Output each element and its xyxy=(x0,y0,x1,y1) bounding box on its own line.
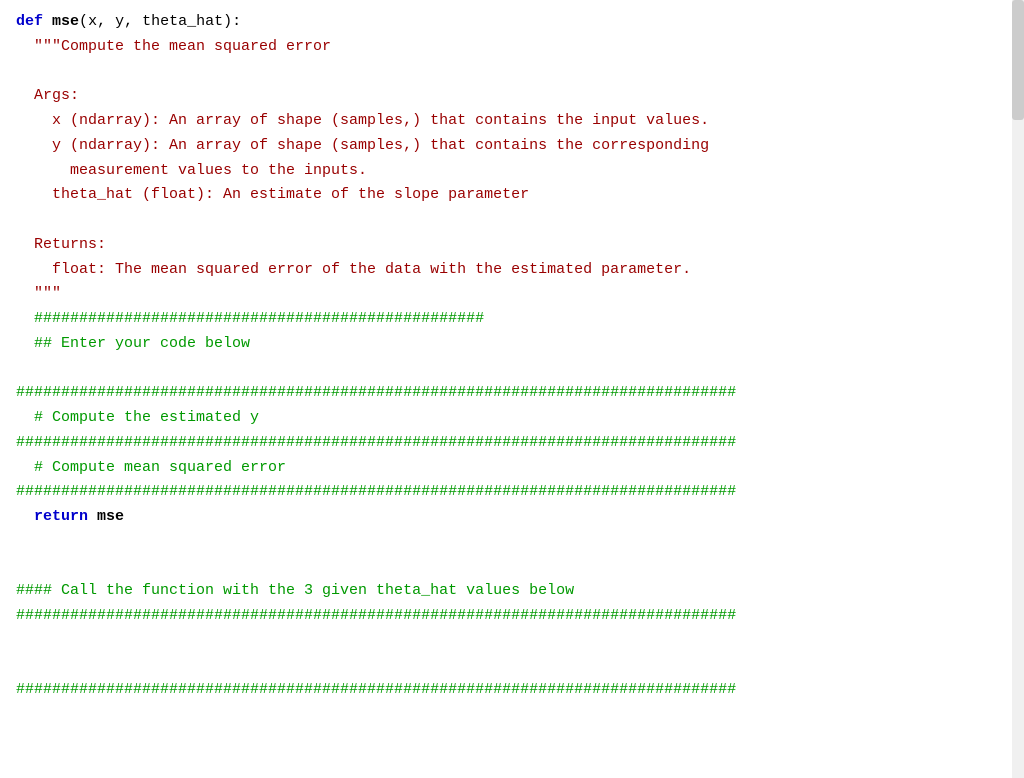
long-hash-3: ########################################… xyxy=(16,483,736,500)
code-line-20: ########################################… xyxy=(0,480,1024,505)
hash-separator-1: ########################################… xyxy=(16,310,484,327)
code-line-7: measurement values to the inputs. xyxy=(0,159,1024,184)
code-line-8: theta_hat (float): An estimate of the sl… xyxy=(0,183,1024,208)
code-line-16: ########################################… xyxy=(0,381,1024,406)
enter-code-comment: ## Enter your code below xyxy=(16,335,250,352)
long-hash-2: ########################################… xyxy=(16,434,736,451)
code-line-4: Args: xyxy=(0,84,1024,109)
docstring-returns: Returns: xyxy=(16,236,106,253)
docstring-open: """Compute the mean squared error xyxy=(16,38,331,55)
code-line-26 xyxy=(0,629,1024,654)
code-line-27 xyxy=(0,654,1024,679)
code-line-11: float: The mean squared error of the dat… xyxy=(0,258,1024,283)
compute-mse-comment: # Compute mean squared error xyxy=(16,459,286,476)
code-line-25: ########################################… xyxy=(0,604,1024,629)
code-line-13: ########################################… xyxy=(0,307,1024,332)
compute-y-comment: # Compute the estimated y xyxy=(16,409,259,426)
param-theta: theta_hat xyxy=(142,13,223,30)
code-editor: def mse(x, y, theta_hat): """Compute the… xyxy=(0,0,1024,778)
docstring-args: Args: xyxy=(16,87,79,104)
paren-close: ): xyxy=(223,13,241,30)
comma2: , xyxy=(124,13,142,30)
docstring-x: x (ndarray): An array of shape (samples,… xyxy=(16,112,709,129)
return-keyword: return xyxy=(34,508,88,525)
paren-open: ( xyxy=(79,13,88,30)
param-x: x xyxy=(88,13,97,30)
code-line-10: Returns: xyxy=(0,233,1024,258)
call-function-comment: #### Call the function with the 3 given … xyxy=(16,582,574,599)
code-line-28: ########################################… xyxy=(0,678,1024,703)
code-line-2: """Compute the mean squared error xyxy=(0,35,1024,60)
code-line-19: # Compute mean squared error xyxy=(0,456,1024,481)
docstring-theta: theta_hat (float): An estimate of the sl… xyxy=(16,186,529,203)
code-line-15 xyxy=(0,357,1024,382)
code-line-5: x (ndarray): An array of shape (samples,… xyxy=(0,109,1024,134)
comma1: , xyxy=(97,13,115,30)
code-line-21: return mse xyxy=(0,505,1024,530)
code-line-14: ## Enter your code below xyxy=(0,332,1024,357)
scrollbar-thumb[interactable] xyxy=(1012,0,1024,120)
space xyxy=(43,13,52,30)
docstring-y: y (ndarray): An array of shape (samples,… xyxy=(16,137,709,154)
code-line-17: # Compute the estimated y xyxy=(0,406,1024,431)
code-line-23 xyxy=(0,555,1024,580)
long-hash-1: ########################################… xyxy=(16,384,736,401)
param-y: y xyxy=(115,13,124,30)
docstring-measurement: measurement values to the inputs. xyxy=(16,162,367,179)
code-line-24: #### Call the function with the 3 given … xyxy=(0,579,1024,604)
long-hash-4: ########################################… xyxy=(16,607,736,624)
func-name: mse xyxy=(52,13,79,30)
code-line-9 xyxy=(0,208,1024,233)
code-line-22 xyxy=(0,530,1024,555)
return-value: mse xyxy=(97,508,124,525)
code-line-3 xyxy=(0,60,1024,85)
long-hash-5: ########################################… xyxy=(16,681,736,698)
code-line-6: y (ndarray): An array of shape (samples,… xyxy=(0,134,1024,159)
code-line-12: """ xyxy=(0,282,1024,307)
scrollbar-track[interactable] xyxy=(1012,0,1024,778)
code-line-18: ########################################… xyxy=(0,431,1024,456)
docstring-close: """ xyxy=(16,285,61,302)
docstring-float: float: The mean squared error of the dat… xyxy=(16,261,691,278)
code-line-1: def mse(x, y, theta_hat): xyxy=(0,10,1024,35)
keyword-def: def xyxy=(16,13,43,30)
